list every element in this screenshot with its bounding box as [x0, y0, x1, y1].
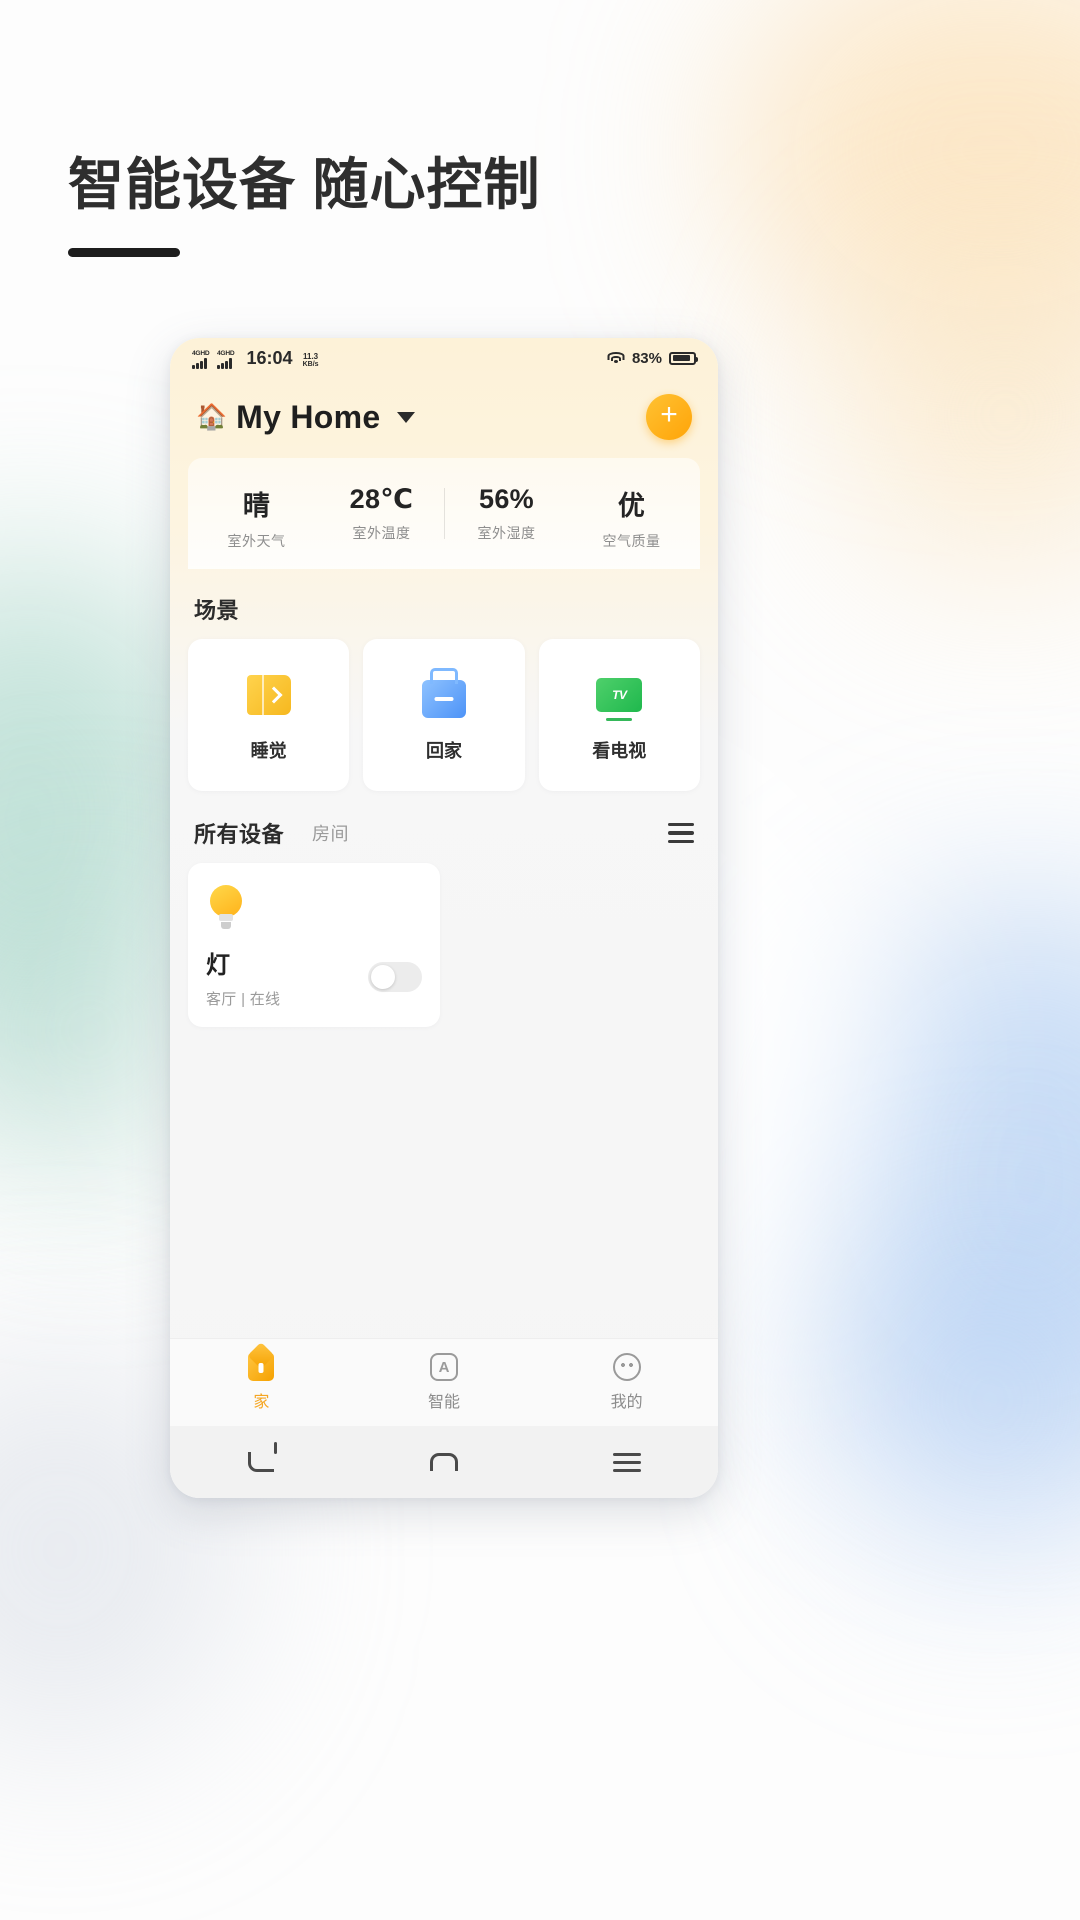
light-bulb-icon [210, 885, 244, 931]
status-bar-left: 4GHD 4GHD 16:04 11.3 KB/s [192, 348, 319, 369]
home-filled-icon [248, 1353, 274, 1381]
scenes-section-title: 场景 [194, 593, 700, 625]
device-meta: 客厅 | 在线 [206, 988, 280, 1009]
briefcase-icon [416, 667, 472, 723]
tv-icon-label: TV [612, 688, 626, 702]
android-system-bar [170, 1426, 718, 1498]
nav-label: 我的 [611, 1388, 643, 1412]
weather-card: 晴 室外天气 28℃ 室外温度 56% 室外湿度 优 空气质量 [188, 458, 700, 569]
weather-label: 室外湿度 [444, 523, 569, 543]
scene-label: 睡觉 [251, 737, 287, 763]
device-card-row: 灯 客厅 | 在线 [206, 945, 422, 1009]
network-speed: 11.3 KB/s [303, 353, 319, 369]
battery-percent: 83% [632, 350, 662, 367]
status-bar: 4GHD 4GHD 16:04 11.3 KB/s ᚝ 83% [170, 338, 718, 378]
weather-label: 室外温度 [319, 523, 444, 543]
tab-all-devices[interactable]: 所有设备 [194, 817, 284, 849]
weather-label: 空气质量 [569, 531, 694, 551]
profile-icon [613, 1353, 641, 1381]
home-name-title[interactable]: My Home [236, 399, 380, 436]
scene-card-watch-tv[interactable]: TV 看电视 [539, 639, 700, 791]
weather-value: 56% [444, 484, 569, 515]
device-tabs: 所有设备 房间 [188, 817, 700, 849]
weather-cell-air-quality: 优 空气质量 [569, 484, 694, 551]
wifi-icon [608, 352, 625, 365]
nav-item-home[interactable]: 家 [170, 1353, 353, 1412]
nav-label: 家 [253, 1388, 269, 1412]
battery-icon [669, 352, 696, 365]
bottom-navigation: 家 智能 我的 [170, 1338, 718, 1426]
main-content: 场景 睡觉 回家 TV 看电视 所有设备 房间 灯 客厅 | 在线 [170, 569, 718, 1338]
system-recents-button[interactable] [535, 1453, 718, 1472]
title-underline [68, 248, 180, 257]
device-card-light[interactable]: 灯 客厅 | 在线 [188, 863, 440, 1027]
nav-label: 智能 [428, 1388, 460, 1412]
sim1-signal-icon: 4GHD [192, 350, 210, 369]
device-power-toggle[interactable] [368, 962, 422, 992]
home-icon: 🏠 [196, 405, 227, 430]
app-bar: 🏠 My Home + [170, 378, 718, 454]
recents-icon [613, 1453, 641, 1472]
scene-label: 看电视 [592, 737, 646, 763]
back-icon [248, 1452, 274, 1472]
weather-cell-outdoor-weather: 晴 室外天气 [194, 484, 319, 551]
tv-icon: TV [591, 667, 647, 723]
automation-icon [430, 1353, 458, 1381]
weather-value: 28℃ [319, 484, 444, 515]
weather-cell-outdoor-temperature: 28℃ 室外温度 [319, 484, 444, 551]
device-name: 灯 [206, 945, 280, 980]
phone-mockup: 4GHD 4GHD 16:04 11.3 KB/s ᚝ 83% [170, 338, 718, 1498]
add-device-button[interactable]: + [646, 394, 692, 440]
chevron-down-icon[interactable] [397, 412, 415, 423]
weather-cell-outdoor-humidity: 56% 室外湿度 [444, 484, 569, 551]
list-view-icon[interactable] [668, 823, 694, 844]
scene-card-sleep[interactable]: 睡觉 [188, 639, 349, 791]
system-back-button[interactable] [170, 1452, 353, 1472]
weather-value: 晴 [194, 484, 319, 523]
weather-value: 优 [569, 484, 694, 523]
scene-card-home[interactable]: 回家 [363, 639, 524, 791]
system-home-button[interactable] [353, 1453, 536, 1471]
tab-rooms[interactable]: 房间 [312, 820, 349, 846]
weather-label: 室外天气 [194, 531, 319, 551]
sim2-signal-icon: 4GHD [217, 350, 235, 369]
phone-screen: 4GHD 4GHD 16:04 11.3 KB/s ᚝ 83% [170, 338, 718, 1498]
status-bar-right: ᚝ 83% [601, 350, 696, 367]
device-text-block: 灯 客厅 | 在线 [206, 945, 280, 1009]
status-bar-clock: 16:04 [247, 348, 293, 369]
home-outline-icon [430, 1453, 458, 1471]
nav-item-automation[interactable]: 智能 [353, 1353, 536, 1412]
scene-label: 回家 [426, 737, 462, 763]
sleep-book-icon [241, 667, 297, 723]
scenes-list: 睡觉 回家 TV 看电视 [188, 639, 700, 791]
nav-item-profile[interactable]: 我的 [535, 1353, 718, 1412]
page-title: 智能设备 随心控制 [68, 140, 541, 221]
